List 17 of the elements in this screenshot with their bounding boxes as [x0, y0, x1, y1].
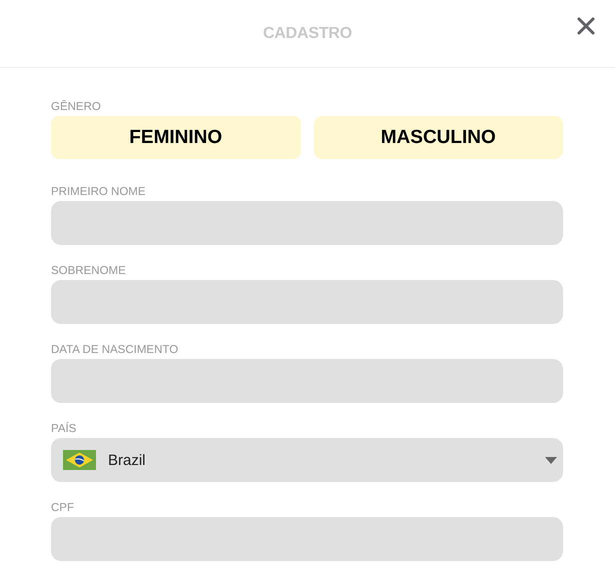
field-label: CPF	[51, 501, 75, 516]
gender-button[interactable]: MASCULINO	[314, 116, 563, 159]
select-value: Brazil	[108, 452, 147, 468]
flag-icon	[63, 450, 96, 470]
gender-button[interactable]: FEMININO	[51, 116, 300, 159]
field-label: PRIMEIRO NOME	[51, 185, 147, 200]
field-label: GÊNERO	[51, 99, 102, 115]
country-select[interactable]: Brazil	[51, 438, 563, 482]
field-label: PAÍS	[51, 421, 78, 437]
input-field[interactable]	[51, 517, 563, 561]
close-icon[interactable]	[577, 17, 595, 35]
input-field[interactable]	[51, 201, 563, 245]
field-label: SOBRENOME	[51, 264, 127, 279]
input-field[interactable]	[51, 280, 563, 324]
caret-icon	[545, 456, 557, 464]
field-label: DATA DE NASCIMENTO	[51, 343, 180, 358]
input-field[interactable]	[51, 359, 563, 403]
